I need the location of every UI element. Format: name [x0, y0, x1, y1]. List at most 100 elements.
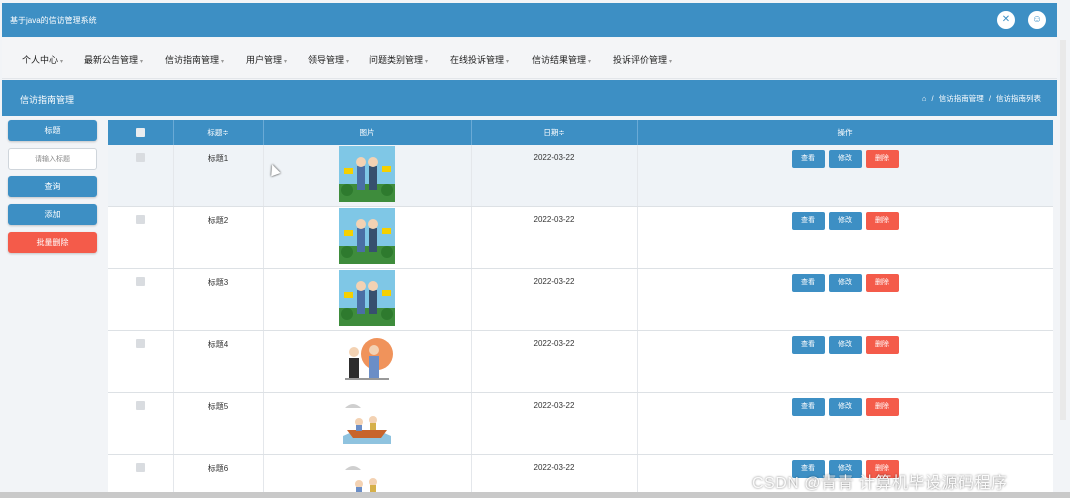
- add-button[interactable]: 添加: [8, 204, 97, 225]
- row-select-cell: [108, 392, 174, 455]
- close-icon[interactable]: ✕: [997, 11, 1015, 29]
- view-button[interactable]: 查看: [791, 150, 825, 168]
- menu-item-label: 信访结果管理: [532, 55, 587, 65]
- table-row[interactable]: 标题4 2022-03-22 查看 修改 删除: [108, 330, 1053, 393]
- title-cell: 标题2: [173, 206, 264, 269]
- image-cell: [263, 268, 472, 331]
- edit-button[interactable]: 修改: [828, 274, 862, 292]
- chevron-down-icon: ▾: [588, 59, 592, 65]
- view-button[interactable]: 查看: [791, 212, 825, 230]
- edit-button[interactable]: 修改: [828, 336, 862, 354]
- batch-delete-button[interactable]: 批量删除: [8, 232, 97, 253]
- delete-button[interactable]: 删除: [865, 336, 899, 354]
- row-image: [339, 332, 395, 388]
- search-button[interactable]: 查询: [8, 176, 97, 197]
- table-header: 标题≑ 图片 日期≑ 操作: [108, 120, 1053, 145]
- row-title: 标题1: [207, 154, 229, 163]
- chevron-down-icon: ▾: [60, 59, 64, 65]
- view-button[interactable]: 查看: [791, 336, 825, 354]
- title-label: 标题: [8, 120, 97, 141]
- user-icon[interactable]: ☺: [1028, 11, 1046, 29]
- edit-button[interactable]: 修改: [828, 398, 862, 416]
- actions-cell: 查看 修改 删除: [637, 268, 1053, 331]
- row-title: 标题2: [207, 216, 229, 225]
- row-date: 2022-03-22: [533, 153, 575, 162]
- top-bar: 基于java的信访管理系统 ✕ ☺: [2, 3, 1057, 37]
- row-date: 2022-03-22: [533, 401, 575, 410]
- select-all-checkbox[interactable]: [135, 128, 145, 138]
- select-all-column: [108, 120, 174, 145]
- row-checkbox[interactable]: [135, 153, 145, 162]
- menu-item-label: 信访指南管理: [165, 55, 220, 65]
- menu-item-label: 问题类别管理: [369, 55, 424, 65]
- menu-item-label: 领导管理: [308, 55, 345, 65]
- menu-item-label: 个人中心: [22, 55, 59, 65]
- menu-item-label: 最新公告管理: [84, 55, 139, 65]
- page-header: 信访指南管理 ⌂ / 信访指南管理 / 信访指南列表: [2, 80, 1057, 116]
- title-cell: 标题3: [173, 268, 264, 331]
- chevron-down-icon: ▾: [506, 59, 510, 65]
- table-row[interactable]: 标题2 2022-03-22 查看 修改 删除: [108, 206, 1053, 269]
- row-date: 2022-03-22: [533, 339, 575, 348]
- breadcrumb-item[interactable]: 信访指南管理: [939, 94, 984, 103]
- table-row[interactable]: 标题5 2022-03-22 查看 修改 删除: [108, 392, 1053, 455]
- table-row[interactable]: 标题1 2022-03-22 查看 修改 删除: [108, 145, 1053, 207]
- actions-cell: 查看 修改 删除: [637, 392, 1053, 455]
- menu-item-label: 在线投诉管理: [450, 55, 505, 65]
- view-button[interactable]: 查看: [791, 398, 825, 416]
- row-select-cell: [108, 268, 174, 331]
- title-cell: 标题4: [173, 330, 264, 393]
- vertical-scrollbar[interactable]: [1060, 40, 1066, 420]
- table-row[interactable]: 标题3 2022-03-22 查看 修改 删除: [108, 268, 1053, 331]
- menu-item-users[interactable]: 用户管理 ▾: [246, 53, 287, 66]
- watermark: CSDN @青青 计算机毕设源码程序: [752, 475, 1008, 492]
- row-date: 2022-03-22: [533, 463, 575, 472]
- menu-item-announcements[interactable]: 最新公告管理 ▾: [84, 53, 143, 66]
- app-title: 基于java的信访管理系统: [10, 16, 97, 25]
- search-input[interactable]: [8, 148, 97, 170]
- delete-button[interactable]: 删除: [865, 212, 899, 230]
- row-checkbox[interactable]: [135, 215, 145, 224]
- chevron-down-icon: ▾: [346, 59, 350, 65]
- main-menu: 个人中心 ▾ 最新公告管理 ▾ 信访指南管理 ▾ 用户管理 ▾ 领导管理 ▾ 问题类别管理…: [2, 38, 1057, 79]
- menu-item-leaders[interactable]: 领导管理 ▾: [308, 53, 349, 66]
- actions-cell: 查看 修改 删除: [637, 206, 1053, 269]
- date-cell: 2022-03-22: [471, 330, 638, 393]
- menu-item-personal-center[interactable]: 个人中心 ▾: [22, 53, 63, 66]
- edit-button[interactable]: 修改: [828, 150, 862, 168]
- delete-button[interactable]: 删除: [865, 274, 899, 292]
- column-header-date[interactable]: 日期≑: [471, 120, 638, 145]
- menu-item-complaints[interactable]: 在线投诉管理 ▾: [450, 53, 509, 66]
- row-checkbox[interactable]: [135, 401, 145, 410]
- row-image: [339, 394, 395, 450]
- date-cell: 2022-03-22: [471, 392, 638, 455]
- title-cell: 标题5: [173, 392, 264, 455]
- breadcrumb-item: 信访指南列表: [996, 94, 1041, 103]
- row-checkbox[interactable]: [135, 277, 145, 286]
- row-select-cell: [108, 206, 174, 269]
- row-checkbox[interactable]: [135, 463, 145, 472]
- date-cell: 2022-03-22: [471, 145, 638, 207]
- edit-button[interactable]: 修改: [828, 212, 862, 230]
- row-checkbox[interactable]: [135, 339, 145, 348]
- row-image: [339, 208, 395, 264]
- column-header-image: 图片: [263, 120, 472, 145]
- home-icon[interactable]: ⌂: [922, 94, 927, 103]
- delete-button[interactable]: 删除: [865, 150, 899, 168]
- row-date: 2022-03-22: [533, 277, 575, 286]
- delete-button[interactable]: 删除: [865, 398, 899, 416]
- menu-item-guide[interactable]: 信访指南管理 ▾: [165, 53, 224, 66]
- actions-cell: 查看 修改 删除: [637, 145, 1053, 207]
- menu-item-evaluations[interactable]: 投诉评价管理 ▾: [613, 53, 672, 66]
- row-select-cell: [108, 145, 174, 207]
- column-header-title[interactable]: 标题≑: [173, 120, 264, 145]
- menu-item-results[interactable]: 信访结果管理 ▾: [532, 53, 591, 66]
- image-cell: [263, 145, 472, 207]
- view-button[interactable]: 查看: [791, 274, 825, 292]
- row-title: 标题3: [207, 278, 229, 287]
- chevron-down-icon: ▾: [284, 59, 288, 65]
- menu-item-issue-categories[interactable]: 问题类别管理 ▾: [369, 53, 428, 66]
- image-cell: [263, 330, 472, 393]
- chevron-down-icon: ▾: [221, 59, 225, 65]
- image-cell: [263, 392, 472, 455]
